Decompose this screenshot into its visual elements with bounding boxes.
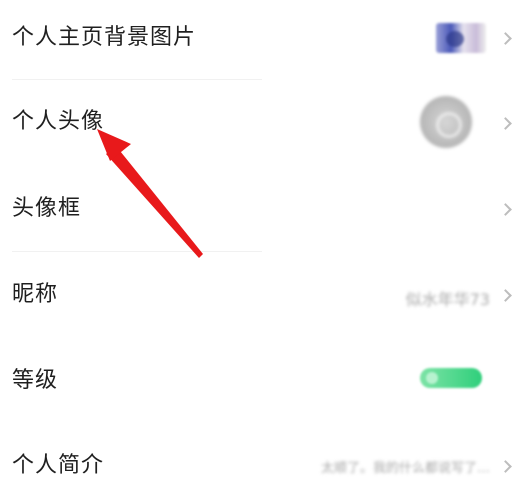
level-badge [420,368,482,388]
row-bio[interactable]: 个人简介 太顺了。我的什么都说写了… [0,424,520,495]
row-nickname[interactable]: 昵称 似水年华73 [0,252,520,337]
row-avatar[interactable]: 个人头像 [0,80,520,165]
chevron-right-icon [499,460,512,473]
avatar [420,96,472,148]
profile-background-thumbnail [436,23,486,53]
row-label-bio: 个人简介 [12,453,105,478]
nickname-value: 似水年华73 [405,290,490,309]
bio-value: 太顺了。我的什么都说写了… [320,461,490,476]
row-label-nickname: 昵称 [12,282,59,307]
chevron-right-icon [499,32,512,45]
chevron-right-icon [499,117,512,130]
chevron-right-icon [499,203,512,216]
row-avatar-frame[interactable]: 头像框 [0,166,520,250]
row-profile-background[interactable]: 个人主页背景图片 [0,0,520,78]
row-label-profile-background: 个人主页背景图片 [12,25,197,50]
row-label-avatar: 个人头像 [12,109,105,134]
chevron-right-icon [499,289,512,302]
row-label-avatar-frame: 头像框 [12,196,82,221]
row-label-level: 等级 [12,368,59,393]
